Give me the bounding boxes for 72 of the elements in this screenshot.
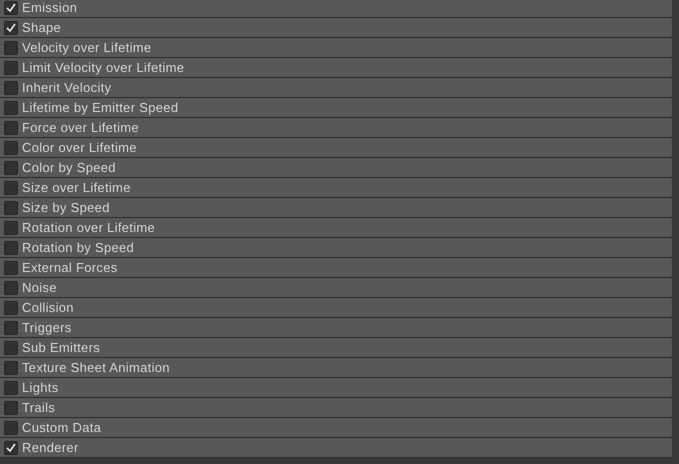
- module-header[interactable]: Noise: [0, 278, 672, 298]
- checkbox[interactable]: [4, 440, 18, 454]
- module-label: Renderer: [22, 438, 79, 457]
- module-header[interactable]: Lights: [0, 378, 672, 398]
- checkbox[interactable]: [4, 140, 18, 154]
- module-header[interactable]: External Forces: [0, 258, 672, 278]
- module-header[interactable]: Collision: [0, 298, 672, 318]
- module-label: Emission: [22, 0, 78, 17]
- module-header[interactable]: Color over Lifetime: [0, 138, 672, 158]
- checkbox[interactable]: [4, 400, 18, 414]
- checkmark-icon: [6, 23, 16, 32]
- module-header[interactable]: Color by Speed: [0, 158, 672, 178]
- module-header[interactable]: Size by Speed: [0, 198, 672, 218]
- module-label: Velocity over Lifetime: [22, 38, 152, 57]
- module-label: Custom Data: [22, 418, 102, 437]
- checkbox[interactable]: [4, 160, 18, 174]
- checkmark-icon: [6, 3, 16, 12]
- module-label: Rotation by Speed: [22, 238, 134, 257]
- module-header[interactable]: Force over Lifetime: [0, 118, 672, 138]
- module-header[interactable]: Triggers: [0, 318, 672, 338]
- module-header[interactable]: Emission: [0, 0, 672, 18]
- checkbox[interactable]: [4, 200, 18, 214]
- checkbox[interactable]: [4, 320, 18, 334]
- checkbox[interactable]: [4, 80, 18, 94]
- module-label: Size by Speed: [22, 198, 110, 217]
- module-header[interactable]: Trails: [0, 398, 672, 418]
- module-label: Color over Lifetime: [22, 138, 137, 157]
- module-header[interactable]: Texture Sheet Animation: [0, 358, 672, 378]
- module-label: Noise: [22, 278, 57, 297]
- checkbox[interactable]: [4, 340, 18, 354]
- module-label: Collision: [22, 298, 74, 317]
- checkbox[interactable]: [4, 40, 18, 54]
- checkbox[interactable]: [4, 100, 18, 114]
- checkbox[interactable]: [4, 280, 18, 294]
- module-header[interactable]: Inherit Velocity: [0, 78, 672, 98]
- module-label: Sub Emitters: [22, 338, 100, 357]
- module-label: Trails: [22, 398, 56, 417]
- module-label: External Forces: [22, 258, 118, 277]
- checkbox[interactable]: [4, 380, 18, 394]
- checkmark-icon: [6, 443, 16, 452]
- module-label: Limit Velocity over Lifetime: [22, 58, 184, 77]
- checkbox[interactable]: [4, 260, 18, 274]
- checkbox[interactable]: [4, 240, 18, 254]
- module-label: Size over Lifetime: [22, 178, 131, 197]
- module-header[interactable]: Rotation by Speed: [0, 238, 672, 258]
- module-header[interactable]: Limit Velocity over Lifetime: [0, 58, 672, 78]
- module-label: Lifetime by Emitter Speed: [22, 98, 178, 117]
- module-label: Texture Sheet Animation: [22, 358, 170, 377]
- checkbox[interactable]: [4, 120, 18, 134]
- checkbox[interactable]: [4, 0, 18, 14]
- module-label: Shape: [22, 18, 62, 37]
- module-header[interactable]: Custom Data: [0, 418, 672, 438]
- checkbox[interactable]: [4, 180, 18, 194]
- module-header[interactable]: Size over Lifetime: [0, 178, 672, 198]
- module-header[interactable]: Lifetime by Emitter Speed: [0, 98, 672, 118]
- module-header[interactable]: Sub Emitters: [0, 338, 672, 358]
- checkbox[interactable]: [4, 60, 18, 74]
- module-label: Force over Lifetime: [22, 118, 139, 137]
- module-header[interactable]: Velocity over Lifetime: [0, 38, 672, 58]
- checkbox[interactable]: [4, 360, 18, 374]
- module-header[interactable]: Renderer: [0, 438, 672, 458]
- module-label: Triggers: [22, 318, 72, 337]
- checkbox[interactable]: [4, 420, 18, 434]
- module-label: Color by Speed: [22, 158, 116, 177]
- module-label: Lights: [22, 378, 58, 397]
- module-header[interactable]: Rotation over Lifetime: [0, 218, 672, 238]
- module-label: Rotation over Lifetime: [22, 218, 156, 237]
- module-header[interactable]: Shape: [0, 18, 672, 38]
- checkbox[interactable]: [4, 20, 18, 34]
- module-label: Inherit Velocity: [22, 78, 112, 97]
- checkbox[interactable]: [4, 300, 18, 314]
- checkbox[interactable]: [4, 220, 18, 234]
